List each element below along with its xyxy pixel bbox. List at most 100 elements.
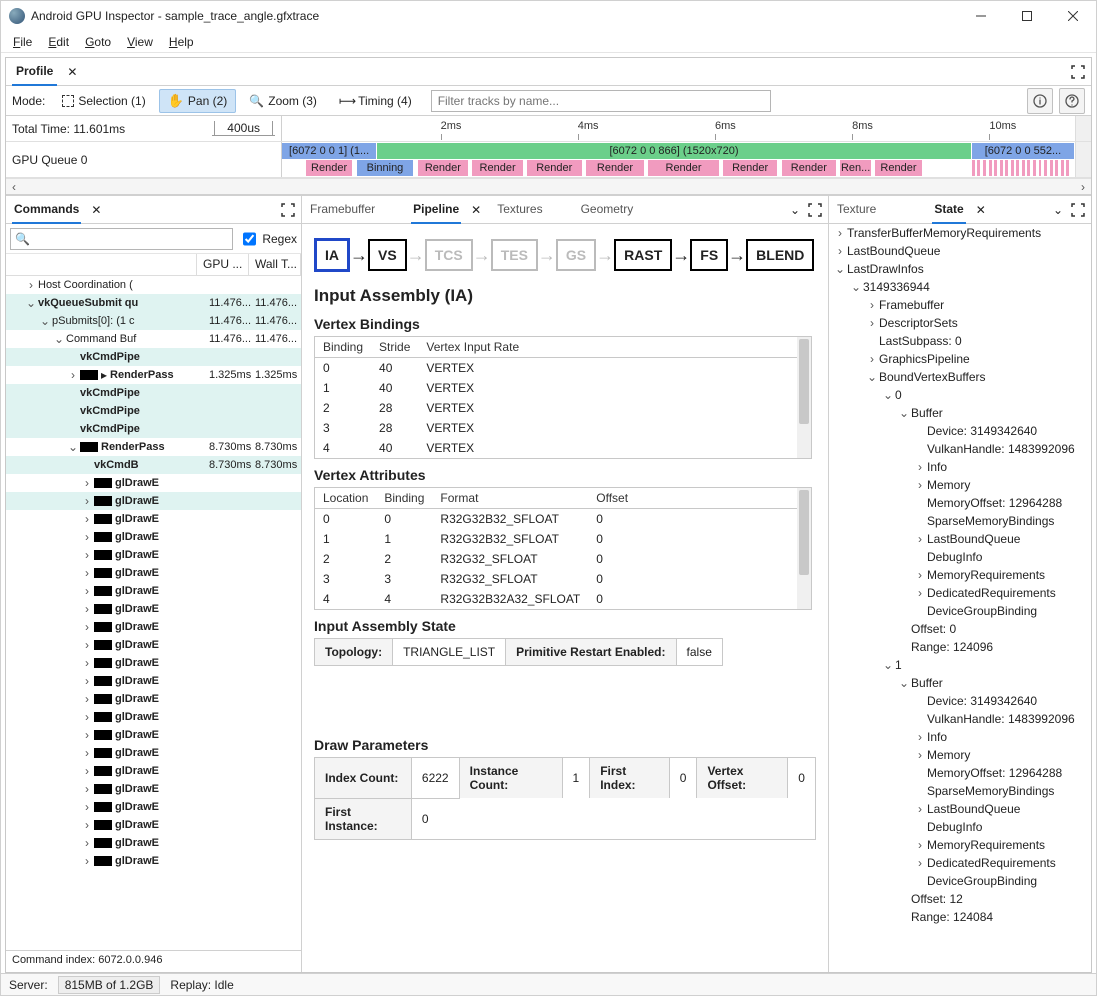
menu-help[interactable]: Help (161, 33, 202, 51)
timeline-block[interactable]: Render (472, 160, 524, 176)
timeline-track[interactable]: [6072 0 0 1] (1...[6072 0 0 866] (1520x7… (282, 142, 1075, 177)
tree-node[interactable]: DeviceGroupBinding (829, 602, 1091, 620)
tree-node[interactable]: ›DescriptorSets (829, 314, 1091, 332)
tree-node[interactable]: DebugInfo (829, 548, 1091, 566)
close-button[interactable] (1050, 1, 1096, 31)
chevron-down-icon[interactable]: ⌄ (790, 203, 800, 217)
command-row[interactable]: ›glDrawE (6, 600, 301, 618)
tree-node[interactable]: ›LastBoundQueue (829, 242, 1091, 260)
command-row[interactable]: ›Host Coordination ( (6, 276, 301, 294)
pipeline-stage-blend[interactable]: BLEND (746, 239, 814, 271)
timeline-block[interactable]: [6072 0 0 1] (1... (282, 143, 377, 159)
command-row[interactable]: ›glDrawE (6, 510, 301, 528)
tree-node[interactable]: ⌄Buffer (829, 674, 1091, 692)
tree-node[interactable]: ›Info (829, 458, 1091, 476)
tree-node[interactable]: Range: 124084 (829, 908, 1091, 926)
command-row[interactable]: ›glDrawE (6, 780, 301, 798)
tree-node[interactable]: Device: 3149342640 (829, 692, 1091, 710)
state-close-icon[interactable]: ✕ (976, 203, 986, 217)
tree-node[interactable]: ›MemoryRequirements (829, 566, 1091, 584)
maximize-button[interactable] (1004, 1, 1050, 31)
state-tree[interactable]: ›TransferBufferMemoryRequirements›LastBo… (829, 224, 1091, 972)
timeline-block[interactable] (1000, 160, 1004, 176)
tree-node[interactable]: ⌄1 (829, 656, 1091, 674)
menu-edit[interactable]: Edit (40, 33, 77, 51)
timeline-block[interactable] (1016, 160, 1020, 176)
tree-node[interactable]: Range: 124096 (829, 638, 1091, 656)
tree-node[interactable]: VulkanHandle: 1483992096 (829, 440, 1091, 458)
command-row[interactable]: ›glDrawE (6, 546, 301, 564)
command-row[interactable]: ›glDrawE (6, 708, 301, 726)
command-row[interactable]: ⌄vkQueueSubmit qu11.476...11.476... (6, 294, 301, 312)
tab-geometry[interactable]: Geometry (579, 196, 636, 224)
commands-tree[interactable]: ›Host Coordination (⌄vkQueueSubmit qu11.… (6, 276, 301, 950)
tree-node[interactable]: ⌄0 (829, 386, 1091, 404)
command-row[interactable]: ›glDrawE (6, 816, 301, 834)
timeline-block[interactable]: Binning (357, 160, 415, 176)
fullscreen-icon[interactable] (1071, 65, 1085, 79)
timeline-block[interactable] (977, 160, 981, 176)
tree-node[interactable]: ⌄3149336944 (829, 278, 1091, 296)
tree-node[interactable]: ⌄BoundVertexBuffers (829, 368, 1091, 386)
commands-tab[interactable]: Commands (12, 196, 81, 224)
command-row[interactable]: ›glDrawE (6, 636, 301, 654)
commands-close-icon[interactable]: ✕ (91, 203, 101, 217)
tab-texture[interactable]: Texture (835, 196, 878, 224)
command-row[interactable]: ›glDrawE (6, 852, 301, 870)
timeline-block[interactable]: Ren... (840, 160, 872, 176)
command-row[interactable]: ›glDrawE (6, 744, 301, 762)
command-row[interactable]: ›glDrawE (6, 726, 301, 744)
pipeline-stage-fs[interactable]: FS (690, 239, 728, 271)
tree-node[interactable]: DebugInfo (829, 818, 1091, 836)
command-row[interactable]: vkCmdPipe (6, 420, 301, 438)
command-row[interactable]: vkCmdPipe (6, 402, 301, 420)
regex-checkbox[interactable]: Regex (239, 225, 297, 253)
tree-node[interactable]: LastSubpass: 0 (829, 332, 1091, 350)
fullscreen-icon[interactable] (1071, 203, 1085, 217)
tree-node[interactable]: VulkanHandle: 1483992096 (829, 710, 1091, 728)
pipeline-stage-rast[interactable]: RAST (614, 239, 672, 271)
command-row[interactable]: ›glDrawE (6, 672, 301, 690)
tree-node[interactable]: ›GraphicsPipeline (829, 350, 1091, 368)
fullscreen-icon[interactable] (808, 203, 822, 217)
timeline-block[interactable]: Render (306, 160, 354, 176)
mode-pan[interactable]: ✋Pan (2) (159, 89, 237, 113)
tree-node[interactable]: ⌄Buffer (829, 404, 1091, 422)
chevron-down-icon[interactable]: ⌄ (1053, 203, 1063, 217)
tree-node[interactable]: ›Memory (829, 476, 1091, 494)
mode-selection[interactable]: Selection (1) (53, 90, 154, 112)
command-row[interactable]: ›glDrawE (6, 582, 301, 600)
timeline-block[interactable]: Render (527, 160, 583, 176)
tree-node[interactable]: ›TransferBufferMemoryRequirements (829, 224, 1091, 242)
command-row[interactable]: vkCmdPipe (6, 348, 301, 366)
menu-view[interactable]: View (119, 33, 161, 51)
timeline-block[interactable]: [6072 0 0 866] (1520x720) (377, 143, 972, 159)
timeline-block[interactable] (1027, 160, 1031, 176)
tree-node[interactable]: ›LastBoundQueue (829, 800, 1091, 818)
scrollbar-thumb[interactable] (799, 490, 809, 575)
pipeline-close-icon[interactable]: ✕ (471, 203, 481, 217)
pipeline-stage-tcs[interactable]: TCS (425, 239, 473, 271)
help-button[interactable] (1059, 88, 1085, 114)
pipeline-stage-ia[interactable]: IA (314, 238, 350, 272)
command-row[interactable]: ›glDrawE (6, 492, 301, 510)
tree-node[interactable]: ›DedicatedRequirements (829, 854, 1091, 872)
timeline-block[interactable] (1011, 160, 1015, 176)
timeline-block[interactable] (1050, 160, 1054, 176)
command-row[interactable]: ›glDrawE (6, 834, 301, 852)
tree-node[interactable]: Device: 3149342640 (829, 422, 1091, 440)
command-row[interactable]: ›glDrawE (6, 528, 301, 546)
commands-search-input[interactable] (10, 228, 233, 250)
timeline-block[interactable]: [6072 0 0 552... (972, 143, 1075, 159)
menu-goto[interactable]: Goto (77, 33, 119, 51)
tree-node[interactable]: ›Info (829, 728, 1091, 746)
tab-state[interactable]: State (932, 196, 965, 224)
tree-node[interactable]: SparseMemoryBindings (829, 512, 1091, 530)
tab-profile[interactable]: Profile (12, 58, 57, 86)
tree-node[interactable]: ⌄LastDrawInfos (829, 260, 1091, 278)
command-row[interactable]: ›glDrawE (6, 618, 301, 636)
tree-node[interactable]: ›DedicatedRequirements (829, 584, 1091, 602)
timeline-block[interactable]: Render (875, 160, 923, 176)
mode-zoom[interactable]: 🔍Zoom (3) (240, 90, 326, 112)
pipeline-stage-vs[interactable]: VS (368, 239, 407, 271)
